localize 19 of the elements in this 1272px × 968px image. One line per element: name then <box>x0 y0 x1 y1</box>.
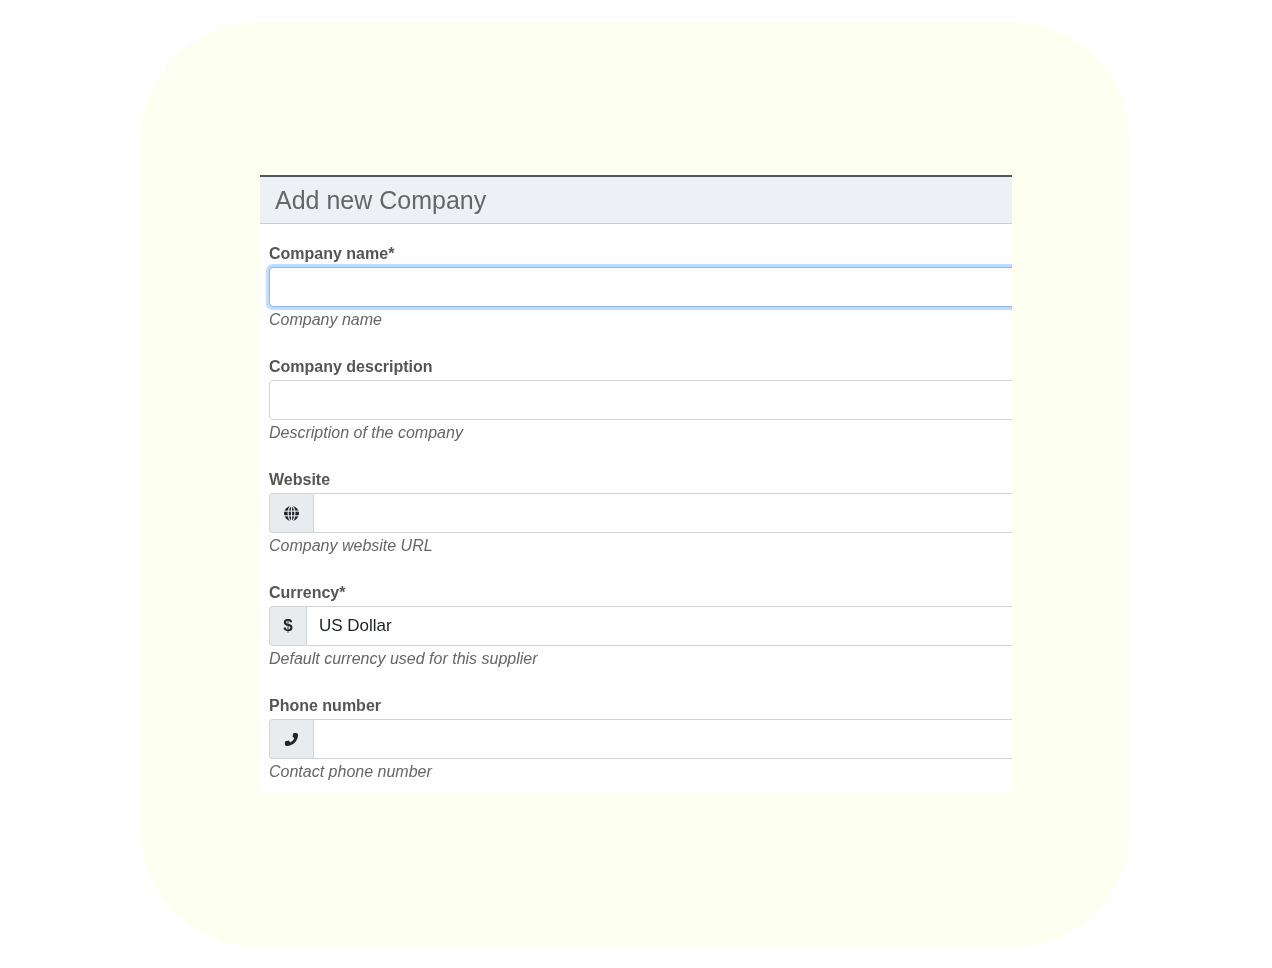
phone-icon <box>284 731 299 747</box>
currency-addon: $ <box>269 606 306 646</box>
text-field[interactable] <box>269 380 1012 420</box>
help-text: Description of the company <box>269 423 465 443</box>
globe-icon <box>284 505 299 521</box>
field-label: Company description <box>269 357 434 377</box>
help-text: Company website URL <box>269 536 434 556</box>
help-text: Default currency used for this supplier <box>269 649 539 669</box>
field-label: Website <box>269 470 332 490</box>
form-title: Add new Company <box>275 185 487 215</box>
text-field[interactable] <box>313 719 1012 759</box>
field-label: Phone number <box>269 696 382 716</box>
field-label: Currency* <box>269 583 347 603</box>
text-field[interactable] <box>313 493 1012 533</box>
help-text: Company name <box>269 310 383 330</box>
help-text: Contact phone number <box>269 762 434 782</box>
field-label: Company name* <box>269 244 396 264</box>
text-field[interactable] <box>269 267 1012 307</box>
currency-select[interactable]: US Dollar <box>306 606 1012 646</box>
